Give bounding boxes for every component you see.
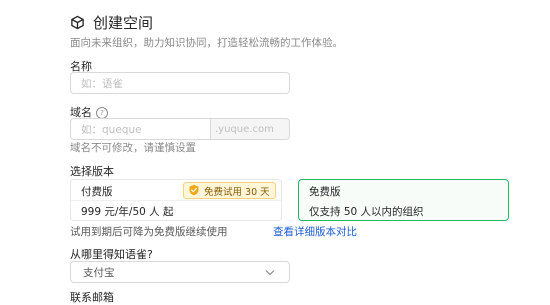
trial-badge: 免费试用 30 天 — [183, 182, 276, 199]
plan-paid-desc: 999 元/年/50 人 起 — [81, 206, 174, 218]
page-title: 创建空间 — [93, 14, 154, 32]
plan-free-name: 免费版 — [309, 186, 341, 198]
domain-field: 如：queque .yuque.com — [70, 118, 290, 140]
source-select[interactable]: 支付宝 — [70, 261, 290, 283]
domain-input[interactable]: 如：queque — [70, 118, 210, 140]
plan-divider — [71, 200, 281, 201]
page-header: 创建空间 — [70, 12, 153, 33]
page-subtitle: 面向未来组织，助力知识协同，打造轻松流畅的工作体验。 — [70, 37, 343, 49]
name-input[interactable]: 如：语雀 — [70, 72, 290, 94]
shield-icon — [189, 184, 199, 196]
plan-card-paid[interactable]: 付费版 免费试用 30 天 999 元/年/50 人 起 — [70, 179, 282, 221]
trial-note: 试用到期后可降为免费版继续使用 — [70, 226, 228, 238]
plan-free-desc: 仅支持 50 人以内的组织 — [309, 206, 424, 218]
domain-suffix: .yuque.com — [210, 118, 290, 140]
domain-hint: 域名不可修改，请谨慎设置 — [70, 142, 196, 154]
plan-card-free[interactable]: 免费版 仅支持 50 人以内的组织 — [298, 179, 509, 221]
source-selected: 支付宝 — [83, 266, 115, 279]
trial-badge-text: 免费试用 30 天 — [204, 186, 270, 198]
compare-versions-link[interactable]: 查看详细版本对比 — [273, 224, 357, 239]
plan-paid-name: 付费版 — [81, 186, 113, 198]
space-cube-icon — [71, 15, 84, 30]
name-placeholder: 如：语雀 — [81, 77, 123, 90]
source-label: 从哪里得知语雀? — [70, 248, 153, 261]
plan-label: 选择版本 — [70, 165, 114, 178]
chevron-down-icon — [265, 270, 275, 276]
domain-placeholder: 如：queque — [81, 123, 142, 136]
email-label: 联系邮箱 — [70, 291, 114, 304]
